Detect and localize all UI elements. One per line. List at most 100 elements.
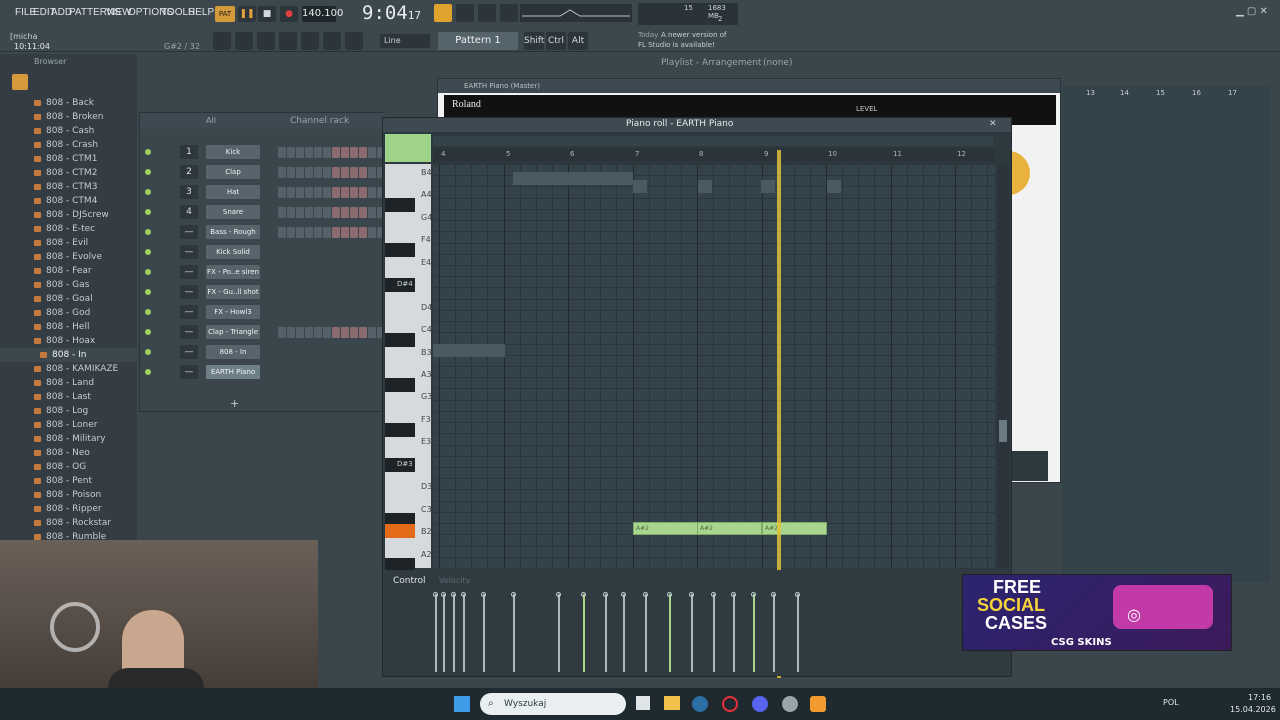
channel-row[interactable]: — Clap - Triangle	[140, 325, 385, 341]
step-button[interactable]	[314, 327, 322, 338]
step-button[interactable]	[359, 167, 367, 178]
playlist-pattern-selector[interactable]: (none)	[763, 58, 792, 68]
note[interactable]: A#2	[762, 522, 827, 535]
channel-mute-led[interactable]	[145, 289, 151, 295]
channel-mixer-track[interactable]: 1	[180, 145, 198, 159]
browser-item[interactable]: 808 - CTM4	[0, 194, 137, 208]
step-button[interactable]	[296, 207, 304, 218]
add-channel-button[interactable]: +	[230, 397, 239, 410]
language-indicator[interactable]: POL	[1163, 698, 1179, 707]
snap-selector[interactable]: Line	[380, 34, 430, 48]
highlighted-key[interactable]	[385, 524, 415, 538]
velocity-handle[interactable]	[603, 592, 608, 597]
step-button[interactable]	[296, 167, 304, 178]
velocity-bar[interactable]	[733, 594, 735, 672]
channel-mute-led[interactable]	[145, 309, 151, 315]
channel-row[interactable]: — FX - Po..e siren	[140, 265, 385, 281]
channel-name-button[interactable]: FX - Po..e siren	[206, 265, 260, 279]
channel-mute-led[interactable]	[145, 169, 151, 175]
channel-name-button[interactable]: Hat	[206, 185, 260, 199]
step-button[interactable]	[314, 227, 322, 238]
note[interactable]: A#2	[697, 522, 762, 535]
velocity-bar[interactable]	[558, 594, 560, 672]
step-button[interactable]	[359, 207, 367, 218]
step-button[interactable]	[368, 207, 376, 218]
channel-row[interactable]: 4 Snare	[140, 205, 385, 221]
channel-mixer-track[interactable]: —	[180, 345, 198, 359]
channel-mute-led[interactable]	[145, 269, 151, 275]
step-button[interactable]	[314, 187, 322, 198]
step-button[interactable]	[287, 227, 295, 238]
step-button[interactable]	[278, 187, 286, 198]
windows-start-icon[interactable]	[454, 696, 470, 712]
channel-mixer-track[interactable]: —	[180, 285, 198, 299]
browser-item[interactable]: 808 - Log	[0, 404, 137, 418]
velocity-bar[interactable]	[513, 594, 515, 672]
modifier-shift[interactable]: Shift	[524, 32, 544, 50]
velocity-handle[interactable]	[581, 592, 586, 597]
channel-filter[interactable]: All	[206, 116, 216, 125]
velocity-handle[interactable]	[667, 592, 672, 597]
step-button[interactable]	[368, 147, 376, 158]
step-button[interactable]	[350, 147, 358, 158]
step-button[interactable]	[332, 227, 340, 238]
channel-row[interactable]: — FX - Gu..ll shot	[140, 285, 385, 301]
step-button[interactable]	[323, 147, 331, 158]
channel-mixer-track[interactable]: —	[180, 325, 198, 339]
steam-icon[interactable]	[692, 696, 708, 712]
browser-all-icon[interactable]	[12, 74, 28, 90]
step-button[interactable]	[359, 227, 367, 238]
browser-item[interactable]: 808 - Pent	[0, 474, 137, 488]
velocity-bar[interactable]	[773, 594, 775, 672]
step-button[interactable]	[323, 207, 331, 218]
channel-name-button[interactable]: Kick Solid	[206, 245, 260, 259]
velocity-handle[interactable]	[511, 592, 516, 597]
step-button[interactable]	[305, 187, 313, 198]
playlist-icon[interactable]	[301, 32, 319, 50]
browser-item[interactable]: 808 - Neo	[0, 446, 137, 460]
step-button[interactable]	[287, 167, 295, 178]
step-button[interactable]	[350, 327, 358, 338]
step-button[interactable]	[314, 147, 322, 158]
velocity-handle[interactable]	[795, 592, 800, 597]
song-position-display[interactable]: 9:0417	[362, 2, 421, 24]
step-button[interactable]	[287, 207, 295, 218]
taskbar-search[interactable]: Wyszukaj	[480, 693, 626, 715]
step-button[interactable]	[278, 327, 286, 338]
step-button[interactable]	[341, 147, 349, 158]
step-button[interactable]	[305, 167, 313, 178]
channel-mixer-track[interactable]: 3	[180, 185, 198, 199]
velocity-bar[interactable]	[753, 594, 755, 672]
browser-item[interactable]: 808 - Hell	[0, 320, 137, 334]
browser-item[interactable]: 808 - OG	[0, 460, 137, 474]
step-button[interactable]	[305, 227, 313, 238]
step-button[interactable]	[332, 327, 340, 338]
channel-mixer-track[interactable]: —	[180, 225, 198, 239]
velocity-handle[interactable]	[556, 592, 561, 597]
channel-mute-led[interactable]	[145, 149, 151, 155]
playlist-grid[interactable]: 13 14 15 16 17	[1062, 86, 1270, 582]
channel-mute-led[interactable]	[145, 229, 151, 235]
event-editor[interactable]: Control Velocity	[383, 570, 1011, 676]
modifier-ctrl[interactable]: Ctrl	[546, 32, 566, 50]
browser-item[interactable]: 808 - Hoax	[0, 334, 137, 348]
control-label[interactable]: Control	[393, 576, 426, 586]
pat-song-toggle[interactable]: PAT	[215, 6, 235, 22]
step-button[interactable]	[341, 327, 349, 338]
browser-item[interactable]: 808 - Evil	[0, 236, 137, 250]
clock-date[interactable]: 15.04.2026	[1230, 705, 1276, 714]
browser-icon[interactable]	[323, 32, 341, 50]
channel-row[interactable]: — Bass - Rough	[140, 225, 385, 241]
channel-row[interactable]: 1 Kick	[140, 145, 385, 161]
black-key[interactable]: D#4	[385, 278, 415, 292]
velocity-bar[interactable]	[453, 594, 455, 672]
piano-roll-icon[interactable]	[235, 32, 253, 50]
channel-rack-icon[interactable]	[257, 32, 275, 50]
channel-row[interactable]: 2 Clap	[140, 165, 385, 181]
piano-roll-grid[interactable]: A#2 A#2 A#2	[433, 164, 995, 568]
velocity-bar[interactable]	[583, 594, 585, 672]
step-button[interactable]	[278, 227, 286, 238]
piano-keyboard[interactable]: B4 A4 G4 F4 E4 D#4 D4 C4 B3 A3 G3 F3 E3 D#3 D3 C3 B2 A2	[385, 164, 432, 572]
playlist-title[interactable]: Playlist - Arrangement	[661, 58, 761, 68]
velocity-bar[interactable]	[443, 594, 445, 672]
